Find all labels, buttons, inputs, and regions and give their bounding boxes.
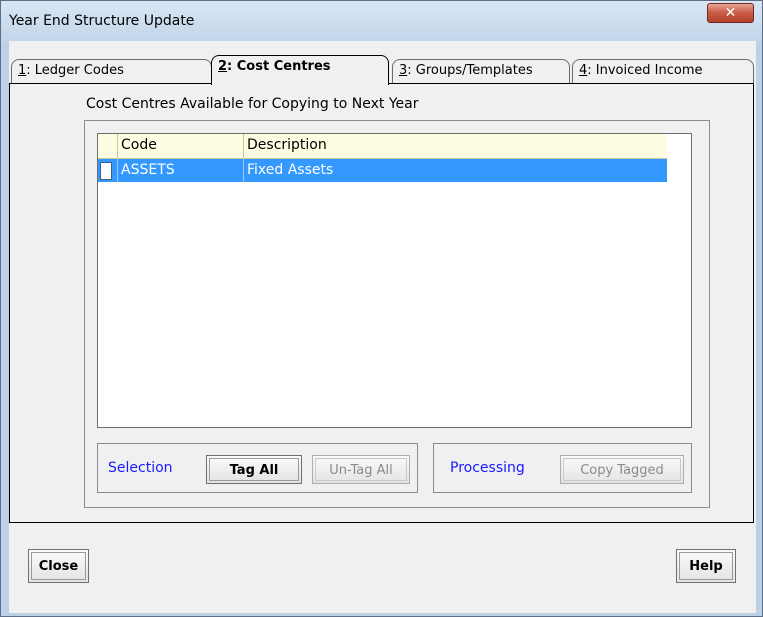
window-title: Year End Structure Update bbox=[9, 13, 195, 29]
grid-header: Code Description bbox=[98, 134, 667, 159]
panel-heading: Cost Centres Available for Copying to Ne… bbox=[86, 96, 419, 112]
tab-key: 2 bbox=[218, 59, 228, 74]
untag-all-label: Un-Tag All bbox=[315, 458, 407, 481]
dialog-client: 1: Ledger Codes 2: Cost Centres 3: Group… bbox=[9, 41, 756, 613]
copy-tagged-button[interactable]: Copy Tagged bbox=[560, 455, 684, 484]
selection-label: Selection bbox=[108, 460, 173, 476]
tag-column-header bbox=[98, 134, 118, 158]
untag-all-button[interactable]: Un-Tag All bbox=[312, 455, 410, 484]
close-window-button[interactable]: ✕ bbox=[707, 3, 754, 23]
help-label: Help bbox=[679, 552, 733, 580]
tag-checkbox[interactable] bbox=[100, 162, 112, 180]
tab-groups-templates[interactable]: 3: Groups/Templates bbox=[392, 59, 570, 83]
code-column-header[interactable]: Code bbox=[118, 134, 244, 158]
close-label: Close bbox=[31, 552, 86, 580]
close-button[interactable]: Close bbox=[28, 549, 89, 583]
selection-group: Selection Tag All Un-Tag All bbox=[97, 443, 418, 493]
cost-centre-grid[interactable]: Code Description ASSETS Fixed Assets bbox=[97, 133, 692, 428]
dialog-window: Year End Structure Update ✕ 1: Ledger Co… bbox=[0, 0, 763, 617]
tab-label: : Invoiced Income bbox=[587, 63, 703, 78]
tab-invoiced-income[interactable]: 4: Invoiced Income bbox=[572, 59, 754, 83]
tab-label: : Ledger Codes bbox=[26, 63, 124, 78]
help-button[interactable]: Help bbox=[676, 549, 736, 583]
processing-group: Processing Copy Tagged bbox=[433, 443, 692, 493]
copy-tagged-label: Copy Tagged bbox=[563, 458, 681, 481]
tab-strip: 1: Ledger Codes 2: Cost Centres 3: Group… bbox=[9, 55, 756, 85]
tag-all-button[interactable]: Tag All bbox=[206, 455, 302, 484]
description-cell: Fixed Assets bbox=[247, 162, 334, 178]
tab-label: : Groups/Templates bbox=[407, 63, 533, 78]
close-icon: ✕ bbox=[724, 5, 737, 21]
tag-all-label: Tag All bbox=[209, 458, 299, 481]
tab-cost-centres[interactable]: 2: Cost Centres bbox=[211, 55, 389, 85]
description-column-header[interactable]: Description bbox=[244, 134, 667, 158]
tag-cell[interactable] bbox=[98, 159, 118, 182]
tab-ledger-codes[interactable]: 1: Ledger Codes bbox=[11, 59, 212, 83]
tab-label: : Cost Centres bbox=[227, 59, 331, 74]
code-cell: ASSETS bbox=[118, 159, 244, 182]
table-row[interactable]: ASSETS Fixed Assets bbox=[98, 159, 667, 182]
processing-label: Processing bbox=[450, 460, 525, 476]
title-bar[interactable]: Year End Structure Update ✕ bbox=[1, 1, 762, 41]
